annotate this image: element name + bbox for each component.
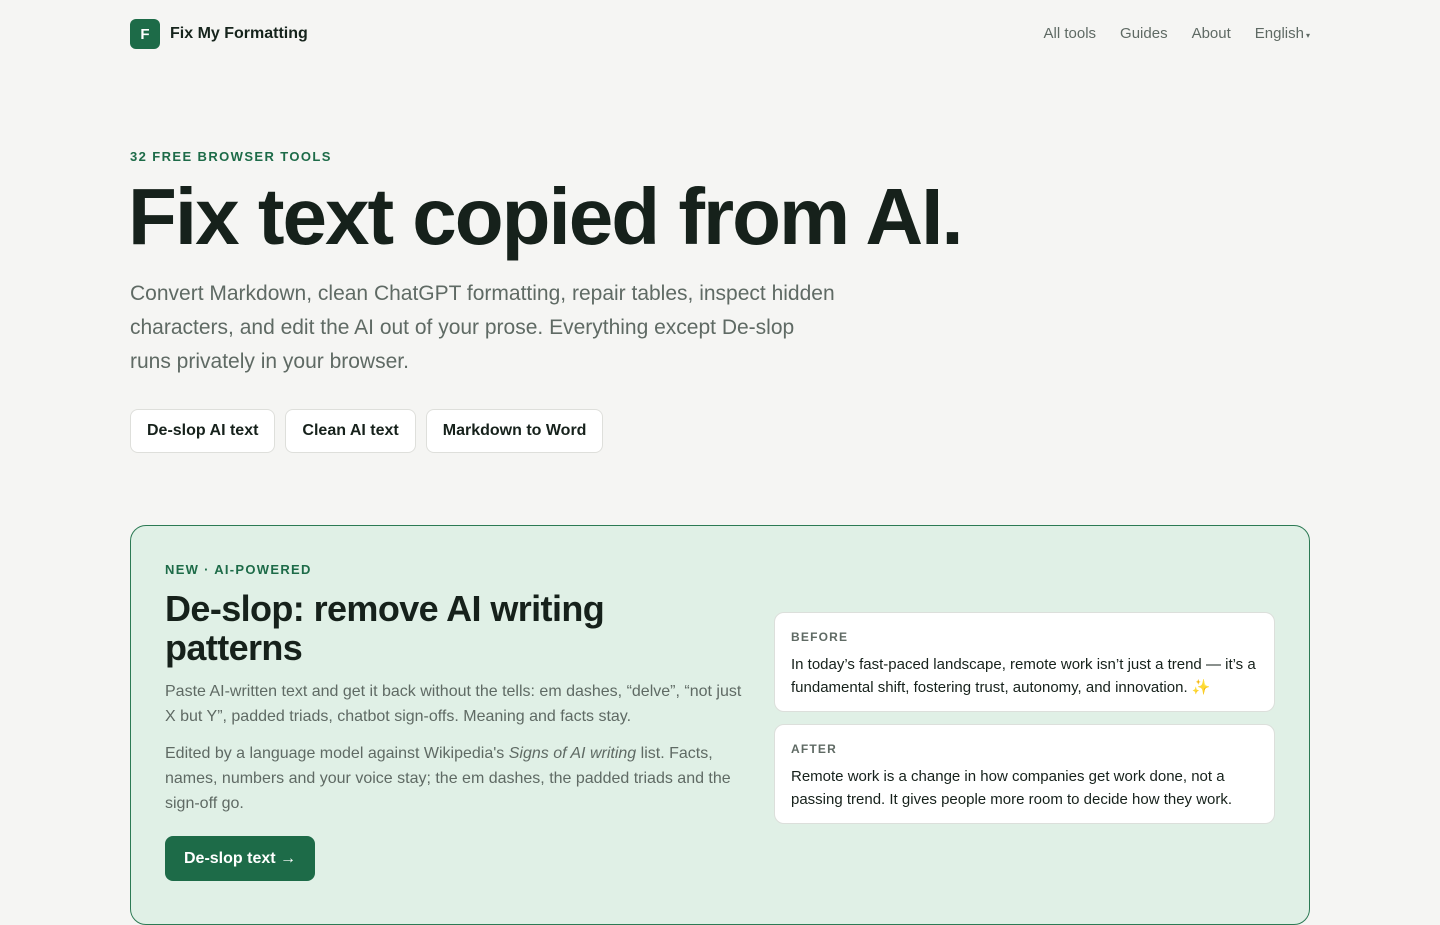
promo-description: Paste AI-written text and get it back wi…	[165, 683, 742, 725]
before-example-text: In today’s fast-paced landscape, remote …	[791, 656, 1256, 696]
hero-tool-buttons: De-slop AI text Clean AI text Markdown t…	[130, 409, 613, 453]
site-header: F Fix My Formatting All tools Guides Abo…	[0, 0, 1440, 66]
hero-subtitle: Convert Markdown, clean ChatGPT formatti…	[130, 282, 835, 373]
nav-guides[interactable]: Guides	[1120, 25, 1168, 42]
promo-description-secondary-start: Edited by a language model against Wikip…	[165, 745, 509, 762]
nav-about[interactable]: About	[1192, 25, 1231, 42]
nav-all-tools[interactable]: All tools	[1044, 25, 1097, 42]
brand-name: Fix My Formatting	[170, 25, 308, 42]
deslop-ai-text-button[interactable]: De-slop AI text	[130, 409, 276, 453]
language-selector[interactable]: English ▾	[1255, 25, 1310, 42]
clean-ai-text-button[interactable]: Clean AI text	[285, 409, 416, 453]
signs-of-ai-writing-reference: Signs of AI writing	[508, 745, 637, 762]
main-nav: All tools Guides About English ▾	[1044, 22, 1310, 44]
before-example-card: BEFORE In today’s fast-paced landscape, …	[774, 612, 1275, 712]
logo-icon: F	[130, 19, 160, 49]
after-example-text: Remote work is a change in how companies…	[791, 768, 1233, 808]
deslop-promo-card: NEW · AI-POWERED De-slop: remove AI writ…	[130, 525, 1310, 925]
language-label: English	[1254, 24, 1304, 42]
hero-title: Fix text copied from AI.	[128, 172, 964, 261]
brand-home-link[interactable]: F Fix My Formatting	[130, 19, 308, 49]
promo-eyebrow: NEW · AI-POWERED	[165, 562, 312, 577]
markdown-to-word-button[interactable]: Markdown to Word	[425, 409, 604, 453]
after-label: AFTER	[791, 742, 837, 756]
hero-eyebrow: 32 FREE BROWSER TOOLS	[130, 149, 332, 164]
after-example-card: AFTER Remote work is a change in how com…	[774, 724, 1275, 824]
before-label: BEFORE	[791, 630, 849, 644]
promo-description-secondary: Edited by a language model against Wikip…	[165, 741, 755, 816]
chevron-down-icon: ▾	[1305, 30, 1310, 40]
deslop-text-button[interactable]: De-slop text →	[165, 836, 316, 881]
promo-title: De-slop: remove AI writing patterns	[165, 588, 605, 668]
